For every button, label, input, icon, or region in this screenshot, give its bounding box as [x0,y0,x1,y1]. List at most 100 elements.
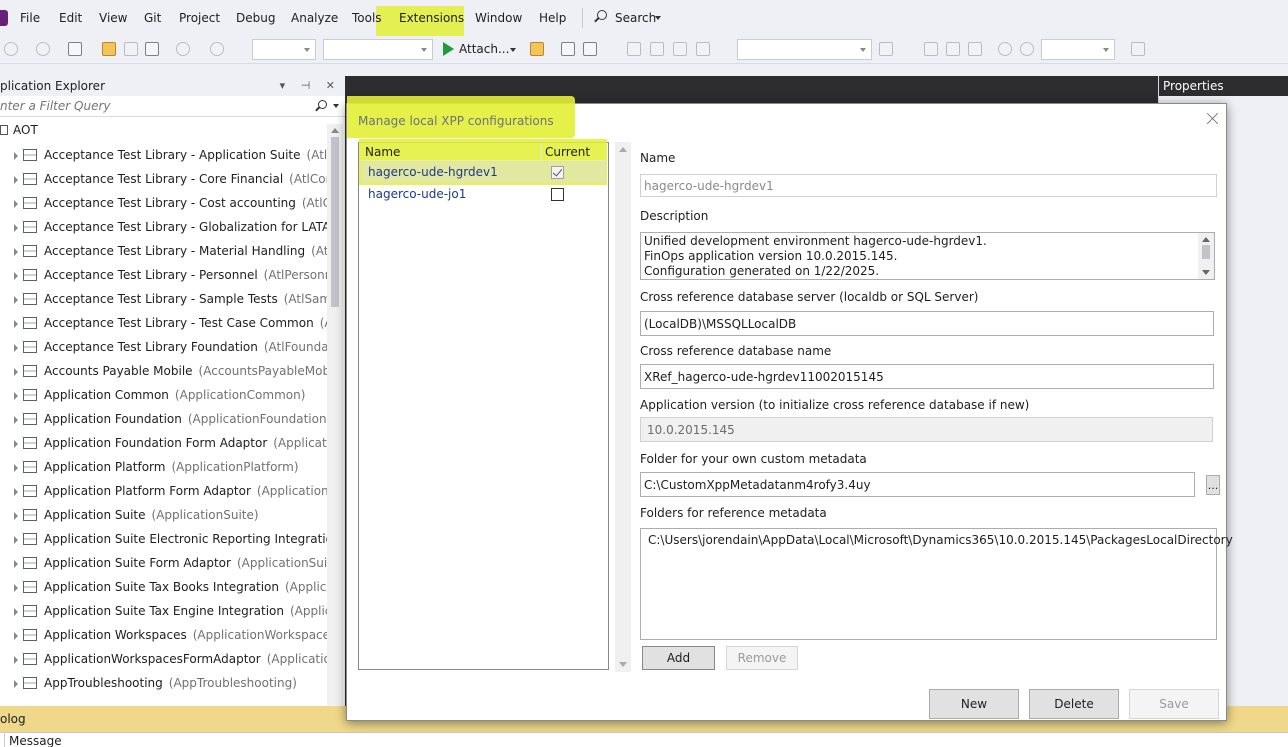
save-button[interactable]: Save [1129,689,1219,719]
scroll-up-icon[interactable] [619,147,627,152]
expand-arrow-icon[interactable] [14,680,18,688]
comment-icon[interactable] [627,42,641,56]
expand-arrow-icon[interactable] [14,392,18,400]
chevron-down-icon[interactable] [655,16,661,20]
tree-node[interactable]: ApplicationWorkspacesFormAdaptor (Applica… [14,647,327,671]
name-field[interactable] [640,174,1217,197]
expand-arrow-icon[interactable] [14,152,18,160]
description-textarea[interactable]: Unified development environment hagerco-… [640,232,1215,280]
scroll-down-icon[interactable] [619,662,627,667]
menu-file[interactable]: File [20,11,40,25]
tree-node[interactable]: Application Workspaces (ApplicationWorksp… [14,623,327,647]
expand-arrow-icon[interactable] [14,368,18,376]
expand-arrow-icon[interactable] [14,344,18,352]
uncomment-icon[interactable] [650,42,664,56]
scroll-down-icon[interactable] [1202,270,1210,275]
expand-arrow-icon[interactable] [14,536,18,544]
target-dropdown[interactable] [737,39,872,60]
solution-config-dropdown[interactable] [252,39,316,60]
save-all-icon[interactable] [145,42,159,56]
expand-arrow-icon[interactable] [14,200,18,208]
indent-icon[interactable] [696,42,710,56]
expand-arrow-icon[interactable] [14,656,18,664]
undo-icon[interactable] [176,42,190,56]
scroll-thumb[interactable] [1202,245,1210,259]
back-icon[interactable] [4,42,18,56]
tree-node[interactable]: Acceptance Test Library - Sample Tests (A… [14,287,327,311]
tree-node[interactable]: Application Suite Tax Books Integration (… [14,575,327,599]
tree-node[interactable]: Application Foundation (ApplicationFounda… [14,407,327,431]
delete-button[interactable]: Delete [1029,689,1119,719]
ref-folders-list[interactable]: C:\Users\jorendain\AppData\Local\Microso… [640,528,1233,640]
config-row[interactable]: hagerco-ude-hgrdev1 [359,162,608,184]
description-scrollbar[interactable] [1198,233,1214,279]
tree-node[interactable]: AppTroubleshooting (AppTroubleshooting) [14,671,327,695]
tree-node[interactable]: Application Foundation Form Adaptor (Appl… [14,431,327,455]
menu-project[interactable]: Project [179,11,220,25]
xref-server-input[interactable] [640,311,1214,336]
redo-icon[interactable] [210,42,224,56]
search-icon[interactable] [318,100,327,109]
xref-name-input[interactable] [640,364,1214,389]
tree-node[interactable]: Acceptance Test Library Foundation (AtlFo… [14,335,327,359]
zoom-in-icon[interactable] [998,42,1012,56]
attach-button[interactable]: Attach... [459,42,509,56]
open-folder-icon[interactable] [102,42,116,56]
search-icon[interactable] [597,10,607,20]
expand-arrow-icon[interactable] [14,608,18,616]
find-icon[interactable] [530,42,544,56]
menu-edit[interactable]: Edit [59,11,82,25]
ref-folder-item[interactable]: C:\Users\jorendain\AppData\Local\Microso… [648,533,1233,547]
current-checkbox[interactable] [551,188,564,201]
menu-analyze[interactable]: Analyze [291,11,338,25]
tree-node[interactable]: Application Suite Electronic Reporting I… [14,527,327,551]
tree-node[interactable]: Acceptance Test Library - Personnel (AtlP… [14,263,327,287]
custom-folder-input[interactable] [640,472,1195,497]
tree-node[interactable]: Accounts Payable Mobile (AccountsPayableM… [14,359,327,383]
chevron-down-icon[interactable] [510,48,516,52]
expand-arrow-icon[interactable] [14,224,18,232]
browse-button[interactable]: ... [1206,475,1220,495]
close-icon[interactable] [1205,112,1219,126]
save-icon[interactable] [124,42,138,56]
wrench-icon[interactable] [673,42,687,56]
expand-arrow-icon[interactable] [14,632,18,640]
explorer-scrollbar[interactable] [327,124,343,706]
config-row[interactable]: hagerco-ude-jo1 [359,184,608,206]
zoom-out-icon[interactable] [1020,42,1034,56]
expand-arrow-icon[interactable] [14,272,18,280]
tree-node[interactable]: Acceptance Test Library - Test Case Comm… [14,311,327,335]
expand-arrow-icon[interactable] [14,248,18,256]
expand-arrow-icon[interactable] [14,464,18,472]
arrange-icon[interactable] [968,42,982,56]
tree-node[interactable]: Acceptance Test Library - Globalization … [14,215,327,239]
menu-debug[interactable]: Debug [236,11,275,25]
zoom-dropdown[interactable] [1041,39,1115,60]
expand-arrow-icon[interactable] [14,440,18,448]
scroll-up-icon[interactable] [331,128,339,133]
menu-tools[interactable]: Tools [352,11,382,25]
expand-arrow-icon[interactable] [14,416,18,424]
tree-node[interactable]: Acceptance Test Library - Core Financial… [14,167,327,191]
expand-arrow-icon[interactable] [14,584,18,592]
expand-arrow-icon[interactable] [14,320,18,328]
tree-node[interactable]: Acceptance Test Library - Application Su… [14,144,327,167]
scroll-thumb[interactable] [331,137,339,307]
expand-arrow-icon[interactable] [14,176,18,184]
column-current[interactable]: Current [545,145,590,159]
expand-arrow-icon[interactable] [14,488,18,496]
play-icon[interactable] [443,42,454,56]
solution-platform-dropdown[interactable] [323,39,433,60]
list-scrollbar[interactable] [615,142,631,672]
distribute-icon[interactable] [946,42,960,56]
device-icon[interactable] [879,42,893,56]
menu-extensions[interactable]: Extensions [399,11,464,25]
scroll-up-icon[interactable] [1202,237,1210,242]
menu-git[interactable]: Git [144,11,161,25]
tree-node[interactable]: Application Suite (ApplicationSuite) [14,503,327,527]
output-tab[interactable]: olog [0,712,26,726]
menu-search[interactable]: Search [615,11,656,25]
menu-window[interactable]: Window [475,11,522,25]
tree-root-aot[interactable]: AOT [0,123,38,137]
toolbar-options-icon[interactable] [1131,42,1145,56]
